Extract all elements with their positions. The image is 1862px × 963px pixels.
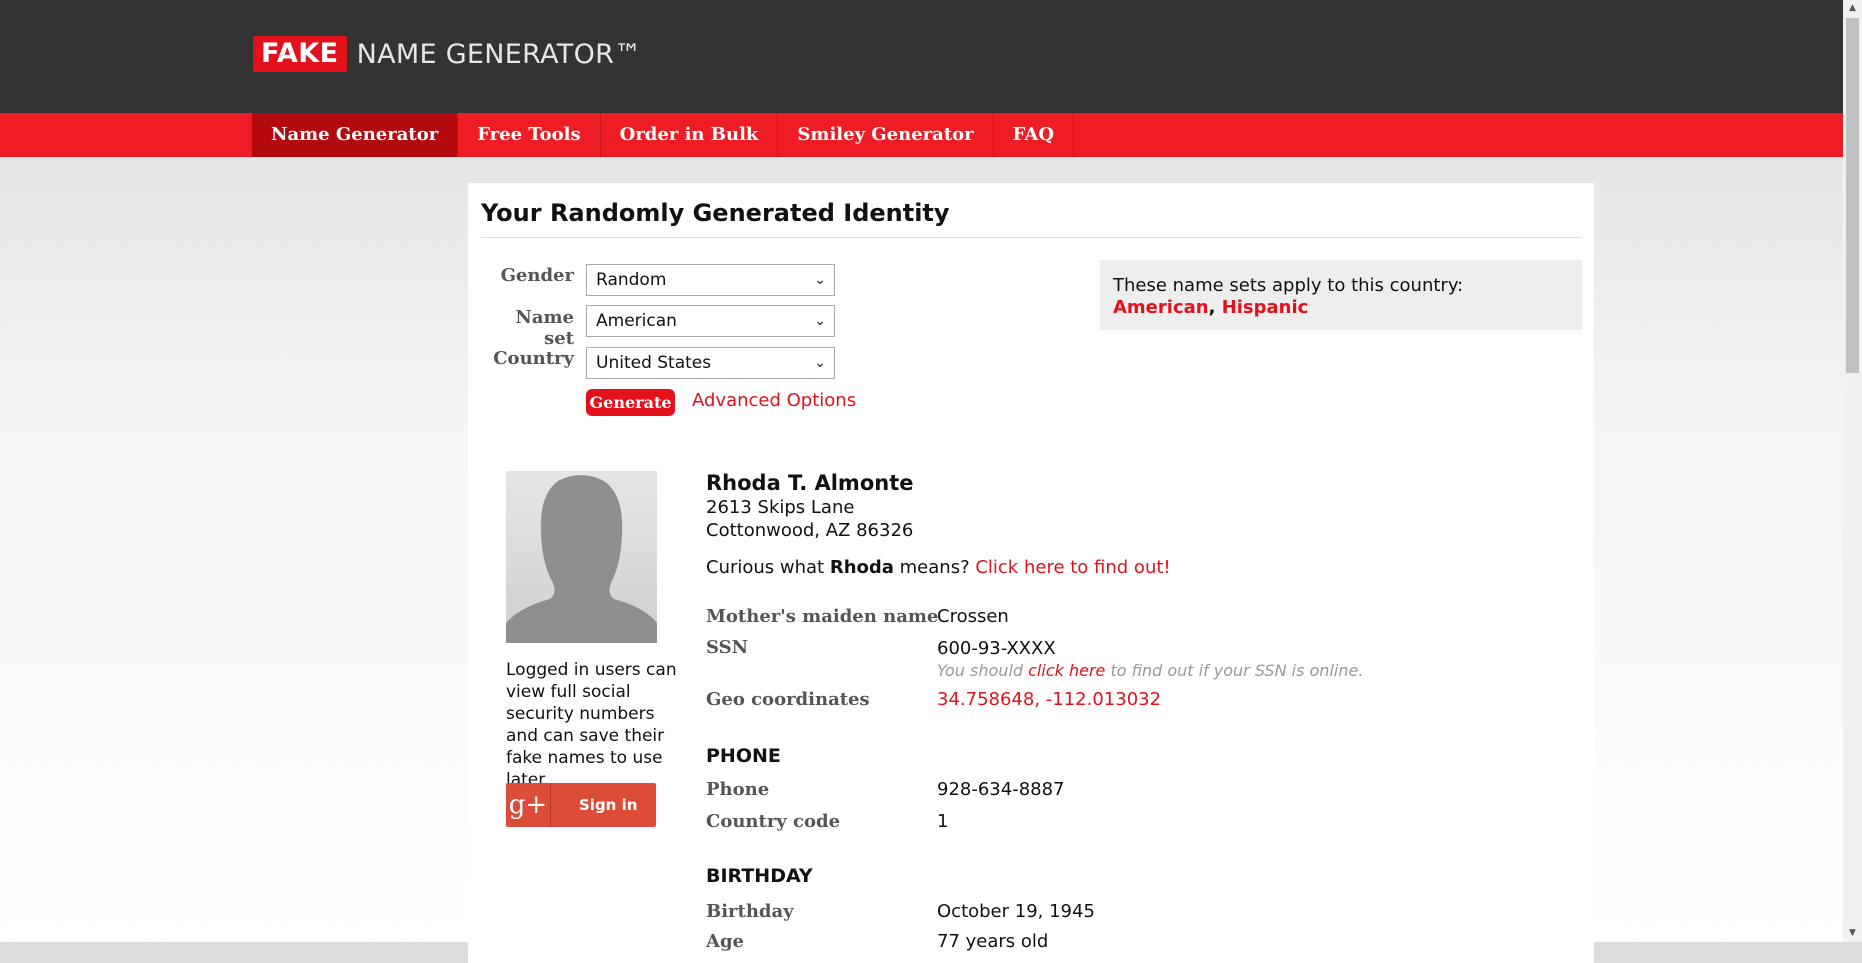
ssn-note-suffix: to find out if your SSN is online. bbox=[1105, 661, 1364, 680]
nameset-info-box: These name sets apply to this country: A… bbox=[1100, 260, 1582, 330]
address-line-1: 2613 Skips Lane bbox=[706, 497, 855, 518]
google-plus-icon: g+ bbox=[506, 783, 551, 827]
geo-label: Geo coordinates bbox=[706, 689, 870, 710]
country-label: Country bbox=[493, 348, 574, 369]
ssn-check-link[interactable]: click here bbox=[1028, 661, 1105, 680]
nameset-label: Name set bbox=[515, 307, 574, 349]
chevron-down-icon: ⌄ bbox=[814, 355, 826, 371]
login-info-text: Logged in users can view full social sec… bbox=[506, 660, 677, 790]
curious-suffix: means? bbox=[893, 557, 976, 578]
phone-label: Phone bbox=[706, 779, 770, 800]
gender-select-value: Random bbox=[596, 270, 667, 290]
nameset-link-hispanic[interactable]: Hispanic bbox=[1222, 297, 1309, 318]
birthday-value: October 19, 1945 bbox=[937, 901, 1095, 922]
name-meaning-link[interactable]: Click here to find out! bbox=[975, 557, 1170, 578]
country-select-value: United States bbox=[596, 353, 712, 373]
main-navigation: Name Generator Free Tools Order in Bulk … bbox=[0, 113, 1843, 157]
curious-prefix: Curious what bbox=[706, 557, 830, 578]
site-header: FAKE NAME GENERATOR™ bbox=[0, 0, 1843, 113]
logo-fake-mark: FAKE bbox=[253, 36, 347, 72]
country-select[interactable]: United States ⌄ bbox=[586, 347, 835, 379]
google-signin-button[interactable]: g+ Sign in bbox=[506, 783, 656, 827]
nav-free-tools[interactable]: Free Tools bbox=[458, 113, 601, 157]
identity-name: Rhoda T. Almonte bbox=[706, 471, 914, 495]
name-meaning-line: Curious what Rhoda means? Click here to … bbox=[706, 557, 1171, 578]
chevron-down-icon: ⌄ bbox=[814, 272, 826, 288]
address-line-2: Cottonwood, AZ 86326 bbox=[706, 520, 914, 541]
nameset-links: American, Hispanic bbox=[1113, 297, 1308, 318]
gender-select[interactable]: Random ⌄ bbox=[586, 264, 835, 296]
phone-section-heading: PHONE bbox=[706, 745, 781, 767]
nav-name-generator[interactable]: Name Generator bbox=[252, 113, 459, 157]
country-code-label: Country code bbox=[706, 811, 841, 832]
nameset-info-text: These name sets apply to this country: bbox=[1113, 275, 1464, 296]
page-title: Your Randomly Generated Identity bbox=[481, 199, 950, 227]
ssn-note-prefix: You should bbox=[937, 661, 1029, 680]
gender-label: Gender bbox=[500, 265, 574, 286]
birthday-label: Birthday bbox=[706, 901, 794, 922]
person-silhouette-icon bbox=[506, 475, 657, 643]
signin-label: Sign in bbox=[579, 796, 638, 814]
generate-button[interactable]: Generate bbox=[586, 389, 675, 416]
ssn-note: You should click here to find out if you… bbox=[937, 661, 1363, 680]
logo-wordmark: NAME GENERATOR™ bbox=[356, 38, 642, 70]
country-code-value: 1 bbox=[937, 811, 949, 832]
birthday-section-heading: BIRTHDAY bbox=[706, 865, 813, 887]
scroll-down-icon[interactable]: ▼ bbox=[1843, 925, 1862, 942]
phone-value: 928-634-8887 bbox=[937, 779, 1065, 800]
curious-name: Rhoda bbox=[829, 557, 894, 578]
nameset-link-american[interactable]: American bbox=[1113, 297, 1209, 318]
ssn-label: SSN bbox=[706, 637, 749, 658]
nav-faq[interactable]: FAQ bbox=[994, 113, 1074, 157]
scrollbar-thumb[interactable] bbox=[1846, 18, 1859, 373]
scroll-up-icon[interactable]: ▲ bbox=[1843, 0, 1862, 17]
maiden-name-label: Mother's maiden name bbox=[706, 606, 939, 627]
nameset-select-value: American bbox=[596, 311, 677, 331]
identity-panel: Your Randomly Generated Identity Gender … bbox=[468, 183, 1594, 963]
geo-coordinates-link[interactable]: 34.758648, -112.013032 bbox=[937, 689, 1161, 710]
maiden-name-value: Crossen bbox=[937, 606, 1009, 627]
ssn-value: 600-93-XXXX bbox=[937, 638, 1056, 659]
avatar-placeholder bbox=[506, 471, 657, 643]
nav-order-in-bulk[interactable]: Order in Bulk bbox=[601, 113, 779, 157]
chevron-down-icon: ⌄ bbox=[814, 313, 826, 329]
page-scrollbar[interactable]: ▲ ▼ bbox=[1843, 0, 1862, 942]
site-logo[interactable]: FAKE NAME GENERATOR™ bbox=[253, 36, 642, 72]
title-divider bbox=[481, 237, 1582, 238]
nameset-separator: , bbox=[1208, 297, 1222, 318]
advanced-options-link[interactable]: Advanced Options bbox=[692, 390, 856, 411]
nameset-select[interactable]: American ⌄ bbox=[586, 305, 835, 337]
nav-smiley-generator[interactable]: Smiley Generator bbox=[778, 113, 994, 157]
